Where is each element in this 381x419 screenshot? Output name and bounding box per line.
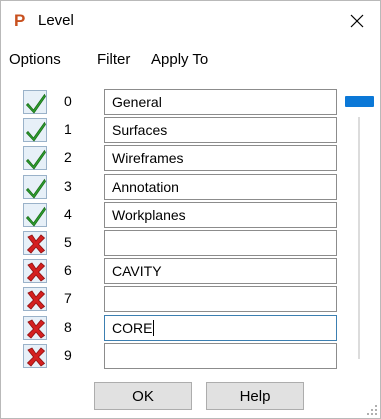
level-row: 4 Workplanes — [1, 201, 380, 229]
menu-apply-to[interactable]: Apply To — [151, 51, 208, 69]
app-logo-icon: P — [14, 11, 26, 30]
level-toggle-on[interactable] — [23, 174, 47, 199]
ok-button[interactable]: OK — [94, 382, 192, 410]
level-number: 1 — [64, 121, 72, 138]
red-cross-icon — [26, 319, 46, 339]
level-number: 4 — [64, 205, 72, 222]
level-number: 9 — [64, 346, 72, 363]
red-cross-icon — [26, 234, 46, 254]
level-row: 0 General — [1, 88, 380, 116]
red-cross-icon — [26, 262, 46, 282]
green-check-icon — [25, 121, 46, 142]
level-toggle-off[interactable] — [23, 259, 47, 284]
level-toggle-on[interactable] — [23, 90, 47, 114]
window-title: Level — [38, 12, 74, 29]
title-bar[interactable]: P Level — [1, 1, 380, 41]
resize-grip-icon[interactable] — [367, 405, 377, 415]
level-name-input[interactable] — [104, 342, 337, 369]
level-row: 5 — [1, 229, 380, 257]
level-toggle-off[interactable] — [23, 287, 47, 312]
red-cross-icon — [26, 290, 46, 310]
level-toggle-on[interactable] — [23, 202, 47, 227]
menu-filter[interactable]: Filter — [97, 51, 130, 69]
green-check-icon — [25, 93, 46, 114]
level-name-input[interactable] — [104, 230, 337, 256]
level-toggle-off[interactable] — [23, 343, 47, 368]
level-name-text: Workplanes — [112, 206, 186, 223]
level-row: 1 Surfaces — [1, 116, 380, 144]
level-toggle-off[interactable] — [23, 315, 47, 340]
level-number: 0 — [64, 93, 72, 109]
level-name-text: CAVITY — [112, 263, 162, 280]
level-number: 7 — [64, 290, 72, 307]
green-check-icon — [25, 178, 46, 199]
close-icon — [350, 14, 364, 28]
level-number: 8 — [64, 318, 72, 335]
level-row: 3 Annotation — [1, 173, 380, 201]
level-row: 6 CAVITY — [1, 257, 380, 285]
help-button[interactable]: Help — [206, 382, 304, 410]
text-caret — [153, 319, 155, 336]
level-row: 9 — [1, 342, 380, 370]
level-number: 5 — [64, 234, 72, 250]
level-row: 2 Wireframes — [1, 144, 380, 172]
level-name-input[interactable]: Workplanes — [104, 201, 337, 228]
scrollbar-thumb[interactable] — [345, 96, 374, 107]
level-row: 7 — [1, 285, 380, 313]
level-dialog: P Level Options Filter Apply To 0 General… — [0, 0, 381, 419]
level-name-text: General — [112, 94, 162, 110]
green-check-icon — [25, 206, 46, 227]
level-number: 2 — [64, 149, 72, 166]
level-number: 6 — [64, 262, 72, 279]
level-name-text: Wireframes — [112, 150, 184, 167]
level-name-input[interactable]: CAVITY — [104, 258, 337, 285]
close-button[interactable] — [334, 1, 380, 41]
level-toggle-on[interactable] — [23, 146, 47, 171]
level-name-input[interactable] — [104, 286, 337, 313]
level-name-text: Surfaces — [112, 122, 168, 139]
scrollbar-track[interactable] — [358, 117, 360, 359]
level-name-input[interactable]: General — [104, 89, 337, 115]
level-row: 8 CORE — [1, 314, 380, 342]
level-name-input[interactable]: Surfaces — [104, 117, 337, 144]
green-check-icon — [25, 150, 46, 171]
menu-bar: Options Filter Apply To — [1, 49, 380, 71]
menu-options[interactable]: Options — [9, 51, 61, 69]
level-number: 3 — [64, 177, 72, 194]
level-toggle-on[interactable] — [23, 118, 47, 143]
level-toggle-off[interactable] — [23, 231, 47, 255]
red-cross-icon — [26, 347, 46, 367]
level-name-input[interactable]: Annotation — [104, 173, 337, 200]
level-name-input[interactable]: Wireframes — [104, 145, 337, 172]
level-name-text: CORE — [112, 319, 153, 336]
level-name-text: Annotation — [112, 178, 179, 195]
level-name-input[interactable]: CORE — [104, 314, 337, 341]
